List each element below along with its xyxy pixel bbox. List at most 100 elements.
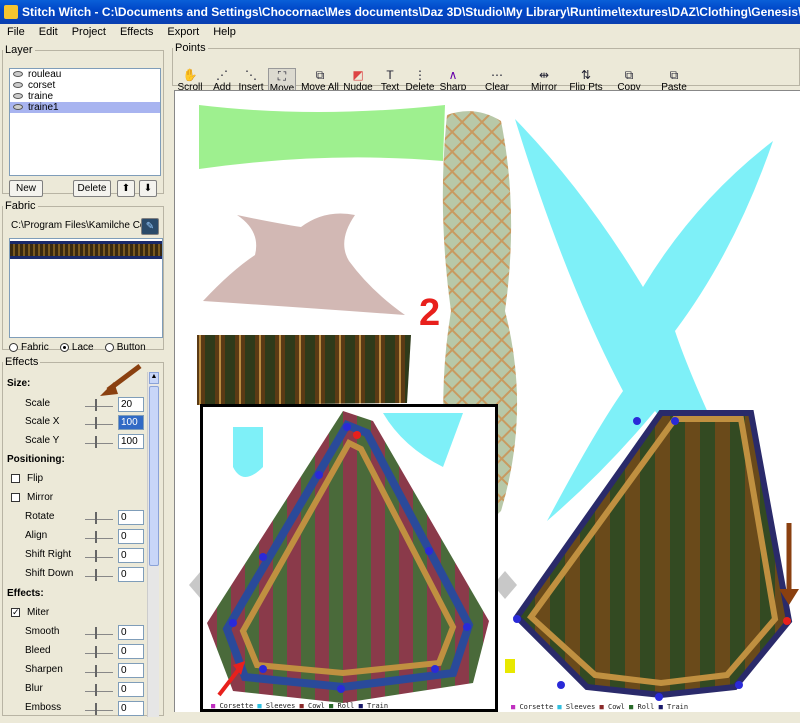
menu-project[interactable]: Project xyxy=(65,24,113,40)
layer-legend: Layer xyxy=(5,44,33,56)
shiftdown-input[interactable]: 0 xyxy=(118,567,144,582)
control-point[interactable] xyxy=(671,417,679,425)
layer-group: Layer rouleau corset traine traine1 New … xyxy=(2,44,164,197)
scalex-slider[interactable] xyxy=(85,417,113,429)
control-point[interactable] xyxy=(557,681,565,689)
shiftright-slider[interactable] xyxy=(85,550,113,562)
shiftright-input[interactable]: 0 xyxy=(118,548,144,563)
scaley-slider[interactable] xyxy=(85,436,113,448)
positioning-heading: Positioning: xyxy=(7,454,65,465)
align-slider[interactable] xyxy=(85,531,113,543)
control-point[interactable] xyxy=(513,615,521,623)
layer-item[interactable]: traine xyxy=(10,91,160,102)
control-point[interactable] xyxy=(655,693,663,701)
smooth-input[interactable]: 0 xyxy=(118,625,144,640)
layer-item[interactable]: corset xyxy=(10,80,160,91)
miter-checkbox[interactable]: ✓ xyxy=(11,608,20,617)
fabric-preview xyxy=(9,238,163,338)
sleeve-piece[interactable] xyxy=(199,105,445,169)
move-down-button[interactable]: ⬇ xyxy=(139,180,157,197)
inset-legend: ■ Corsette ■ Sleeves ■ Cowl ■ Roll ■ Tra… xyxy=(211,702,388,709)
flip-label: Flip xyxy=(27,473,44,484)
rotate-slider[interactable] xyxy=(85,512,113,524)
points-legend: Points xyxy=(175,42,206,54)
shiftdown-slider[interactable] xyxy=(85,569,113,581)
control-point[interactable] xyxy=(633,417,641,425)
move-all-icon: ⧉ xyxy=(315,68,325,82)
arrow-up-icon: ⬆ xyxy=(121,183,131,194)
eye-icon[interactable] xyxy=(13,82,23,88)
sharpen-input[interactable]: 0 xyxy=(118,663,144,678)
control-point[interactable] xyxy=(337,685,345,693)
lace-radio[interactable] xyxy=(59,342,69,352)
eye-icon[interactable] xyxy=(13,71,23,77)
move-up-button[interactable]: ⬆ xyxy=(117,180,135,197)
scroll-up-icon[interactable]: ▲ xyxy=(149,372,159,384)
blur-input[interactable]: 0 xyxy=(118,682,144,697)
scaley-input[interactable]: 100 xyxy=(118,434,144,449)
control-point[interactable] xyxy=(463,623,471,631)
scale-slider[interactable] xyxy=(85,399,113,411)
new-layer-button[interactable]: New xyxy=(9,180,43,197)
control-point[interactable] xyxy=(353,431,361,439)
shiftright-label: Shift Right xyxy=(25,549,72,560)
rotate-input[interactable]: 0 xyxy=(118,510,144,525)
mirror-checkbox[interactable] xyxy=(11,493,20,502)
emboss-input[interactable]: 0 xyxy=(118,701,144,716)
control-point[interactable] xyxy=(735,681,743,689)
scaley-label: Scale Y xyxy=(25,435,60,446)
control-point[interactable] xyxy=(425,547,433,555)
fabric-path: C:\Program Files\Kamilche Co xyxy=(11,220,141,231)
annotation-number: 2 xyxy=(419,292,440,334)
delete-point-icon: ⋮ xyxy=(414,68,426,82)
button-option-label: Button xyxy=(116,342,146,353)
effects-scrollbar[interactable]: ▲ xyxy=(147,372,159,717)
menu-help[interactable]: Help xyxy=(206,24,243,40)
blur-slider[interactable] xyxy=(85,684,113,696)
menu-edit[interactable]: Edit xyxy=(32,24,65,40)
menu-effects[interactable]: Effects xyxy=(113,24,160,40)
sharpen-slider[interactable] xyxy=(85,665,113,677)
fabric-type-options: Fabric Lace Button xyxy=(9,342,146,353)
align-input[interactable]: 0 xyxy=(118,529,144,544)
fabric-group: Fabric C:\Program Files\Kamilche Co ✎ Fa… xyxy=(2,200,164,353)
bleed-input[interactable]: 0 xyxy=(118,644,144,659)
text-icon: T xyxy=(386,68,394,82)
control-point[interactable] xyxy=(229,619,237,627)
fabric-radio[interactable] xyxy=(9,342,18,352)
blur-label: Blur xyxy=(25,683,43,694)
button-radio[interactable] xyxy=(104,342,114,352)
scroll-thumb[interactable] xyxy=(149,386,159,566)
menu-export[interactable]: Export xyxy=(160,24,206,40)
rotate-label: Rotate xyxy=(25,511,55,522)
smooth-slider[interactable] xyxy=(85,627,113,639)
copy-points-icon: ⧉ xyxy=(624,68,634,82)
menu-file[interactable]: File xyxy=(0,24,32,40)
delete-layer-button[interactable]: Delete xyxy=(73,180,111,197)
effects-list: Size: Scale 20 Scale X 100 Scale Y 100 P… xyxy=(3,378,151,723)
roll-piece[interactable] xyxy=(197,335,411,405)
layer-item-selected[interactable]: traine1 xyxy=(10,102,160,113)
control-point[interactable] xyxy=(259,665,267,673)
control-point[interactable] xyxy=(315,471,323,479)
corset-piece[interactable] xyxy=(203,213,405,316)
flip-checkbox[interactable] xyxy=(11,474,20,483)
eye-icon[interactable] xyxy=(13,93,23,99)
control-point[interactable] xyxy=(431,665,439,673)
layer-list[interactable]: rouleau corset traine traine1 xyxy=(9,68,161,176)
control-point[interactable] xyxy=(259,553,267,561)
control-point[interactable] xyxy=(343,423,351,431)
hand-icon: ✋ xyxy=(182,68,198,82)
canvas-legend: ■ Corsette ■ Sleeves ■ Cowl ■ Roll ■ Tra… xyxy=(511,703,688,711)
scalex-input[interactable]: 100 xyxy=(118,415,144,430)
size-heading: Size: xyxy=(7,378,31,389)
browse-fabric-button[interactable]: ✎ xyxy=(141,218,159,235)
layer-item[interactable]: rouleau xyxy=(10,69,160,80)
brush-icon: ✎ xyxy=(145,221,155,232)
clear-points-icon: ⋯ xyxy=(491,68,503,82)
points-toolbar: Points ✋ Scroll ⋰ Add ⋱ Insert ⛶ Move ⧉ Move … xyxy=(172,42,800,104)
control-point[interactable] xyxy=(783,617,791,625)
bleed-slider[interactable] xyxy=(85,646,113,658)
eye-icon[interactable] xyxy=(13,104,23,110)
shiftdown-label: Shift Down xyxy=(25,568,74,579)
